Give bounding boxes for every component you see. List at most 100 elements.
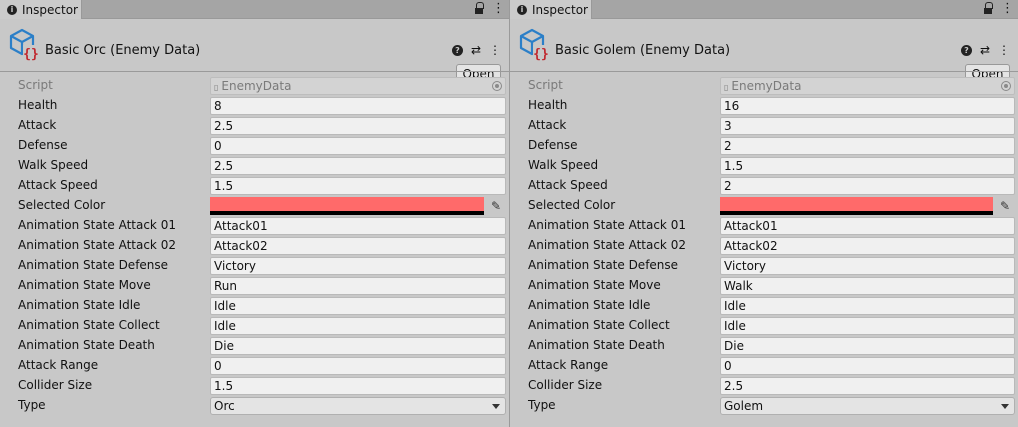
property-label: Attack <box>528 118 567 132</box>
asset-header: {} Basic Orc (Enemy Data) ? ⇄ ⋮ Open <box>0 19 509 83</box>
tab-label: Inspector <box>532 2 588 17</box>
property-label: Collider Size <box>18 378 93 392</box>
kebab-icon[interactable]: ⋮ <box>492 1 505 17</box>
script-file-icon: ▯ <box>214 83 219 92</box>
color-field[interactable]: ✎ <box>210 197 506 215</box>
collider-size-field[interactable]: 2.5 <box>720 377 1015 395</box>
property-label: Script <box>18 78 53 92</box>
eyedropper-icon[interactable]: ✎ <box>998 199 1012 213</box>
property-label: Collider Size <box>528 378 603 392</box>
presets-icon[interactable]: ⇄ <box>471 44 481 56</box>
property-label: Animation State Attack 02 <box>18 238 176 252</box>
help-icon[interactable]: ? <box>451 44 463 56</box>
attack-speed-field[interactable]: 1.5 <box>210 177 506 195</box>
property-label: Type <box>528 398 556 412</box>
property-row-attack-range: Attack Range 0 <box>0 356 509 376</box>
walk-speed-field[interactable]: 2.5 <box>210 157 506 175</box>
property-row-defense: Defense 2 <box>510 136 1018 156</box>
health-field[interactable]: 16 <box>720 97 1015 115</box>
property-label: Animation State Attack 01 <box>18 218 176 232</box>
defense-field[interactable]: 0 <box>210 137 506 155</box>
type-dropdown[interactable]: Golem <box>720 397 1015 415</box>
property-row-attack-range: Attack Range 0 <box>510 356 1018 376</box>
health-field[interactable]: 8 <box>210 97 506 115</box>
eyedropper-icon[interactable]: ✎ <box>489 199 503 213</box>
object-picker-icon[interactable] <box>492 81 502 91</box>
property-label: Animation State Defense <box>18 258 169 272</box>
property-label: Attack Range <box>528 358 609 372</box>
svg-text:{}: {} <box>23 47 39 61</box>
property-row-health: Health 16 <box>510 96 1018 116</box>
type-value: Orc <box>214 399 235 413</box>
property-row-defense: Defense 0 <box>0 136 509 156</box>
property-label: Animation State Move <box>528 278 661 292</box>
kebab-icon[interactable]: ⋮ <box>998 44 1010 56</box>
anim-attack02-field[interactable]: Attack02 <box>720 237 1015 255</box>
tab-inspector[interactable]: i Inspector <box>0 0 82 19</box>
property-label: Health <box>528 98 568 112</box>
presets-icon[interactable]: ⇄ <box>980 44 990 56</box>
property-row-anim-attack01: Animation State Attack 01 Attack01 <box>0 216 509 236</box>
kebab-icon[interactable]: ⋮ <box>1001 1 1014 17</box>
divider <box>510 71 1018 72</box>
tab-bar: i Inspector ⋮ <box>0 0 509 19</box>
property-label: Walk Speed <box>528 158 599 172</box>
anim-attack01-field[interactable]: Attack01 <box>210 217 506 235</box>
lock-icon[interactable] <box>984 2 993 16</box>
anim-defense-field[interactable]: Victory <box>210 257 506 275</box>
color-swatch[interactable] <box>720 197 993 211</box>
anim-move-field[interactable]: Run <box>210 277 506 295</box>
property-label: Selected Color <box>18 198 106 212</box>
property-label: Animation State Defense <box>528 258 679 272</box>
anim-death-field[interactable]: Die <box>210 337 506 355</box>
attack-range-field[interactable]: 0 <box>210 357 506 375</box>
attack-field[interactable]: 2.5 <box>210 117 506 135</box>
alpha-bar <box>720 211 993 215</box>
tab-label: Inspector <box>22 2 78 17</box>
property-label: Defense <box>528 138 578 152</box>
property-label: Animation State Attack 01 <box>528 218 686 232</box>
tab-inspector[interactable]: i Inspector <box>510 0 592 19</box>
script-value: EnemyData <box>731 79 802 93</box>
anim-collect-field[interactable]: Idle <box>720 317 1015 335</box>
attack-range-field[interactable]: 0 <box>720 357 1015 375</box>
property-label: Animation State Move <box>18 278 151 292</box>
anim-death-field[interactable]: Die <box>720 337 1015 355</box>
script-field: ▯ EnemyData <box>210 77 506 95</box>
property-row-attack-speed: Attack Speed 1.5 <box>0 176 509 196</box>
info-icon: i <box>7 4 17 15</box>
anim-attack02-field[interactable]: Attack02 <box>210 237 506 255</box>
collider-size-field[interactable]: 1.5 <box>210 377 506 395</box>
property-list: Script ▯ EnemyData Health 8 Attack 2.5 Defe… <box>0 76 509 416</box>
attack-speed-field[interactable]: 2 <box>720 177 1015 195</box>
anim-idle-field[interactable]: Idle <box>720 297 1015 315</box>
type-dropdown[interactable]: Orc <box>210 397 506 415</box>
property-label: Defense <box>18 138 68 152</box>
color-field[interactable]: ✎ <box>720 197 1015 215</box>
anim-attack01-field[interactable]: Attack01 <box>720 217 1015 235</box>
property-label: Animation State Idle <box>528 298 651 312</box>
walk-speed-field[interactable]: 1.5 <box>720 157 1015 175</box>
property-row-selected-color: Selected Color ✎ <box>510 196 1018 216</box>
anim-defense-field[interactable]: Victory <box>720 257 1015 275</box>
property-label: Attack <box>18 118 57 132</box>
kebab-icon[interactable]: ⋮ <box>489 44 501 56</box>
inspector-panel-golem: i Inspector ⋮ {} Basic Golem (Enemy Data… <box>509 0 1018 427</box>
color-swatch[interactable] <box>210 197 484 211</box>
defense-field[interactable]: 2 <box>720 137 1015 155</box>
property-row-anim-collect: Animation State Collect Idle <box>510 316 1018 336</box>
anim-collect-field[interactable]: Idle <box>210 317 506 335</box>
object-picker-icon[interactable] <box>1001 81 1011 91</box>
property-label: Animation State Collect <box>18 318 160 332</box>
property-row-anim-defense: Animation State Defense Victory <box>0 256 509 276</box>
help-icon[interactable]: ? <box>960 44 972 56</box>
attack-field[interactable]: 3 <box>720 117 1015 135</box>
chevron-down-icon <box>492 404 500 409</box>
property-row-type: Type Golem <box>510 396 1018 416</box>
anim-move-field[interactable]: Walk <box>720 277 1015 295</box>
anim-idle-field[interactable]: Idle <box>210 297 506 315</box>
property-label: Attack Speed <box>18 178 98 192</box>
property-row-anim-attack02: Animation State Attack 02 Attack02 <box>0 236 509 256</box>
property-label: Selected Color <box>528 198 616 212</box>
lock-icon[interactable] <box>475 2 484 16</box>
